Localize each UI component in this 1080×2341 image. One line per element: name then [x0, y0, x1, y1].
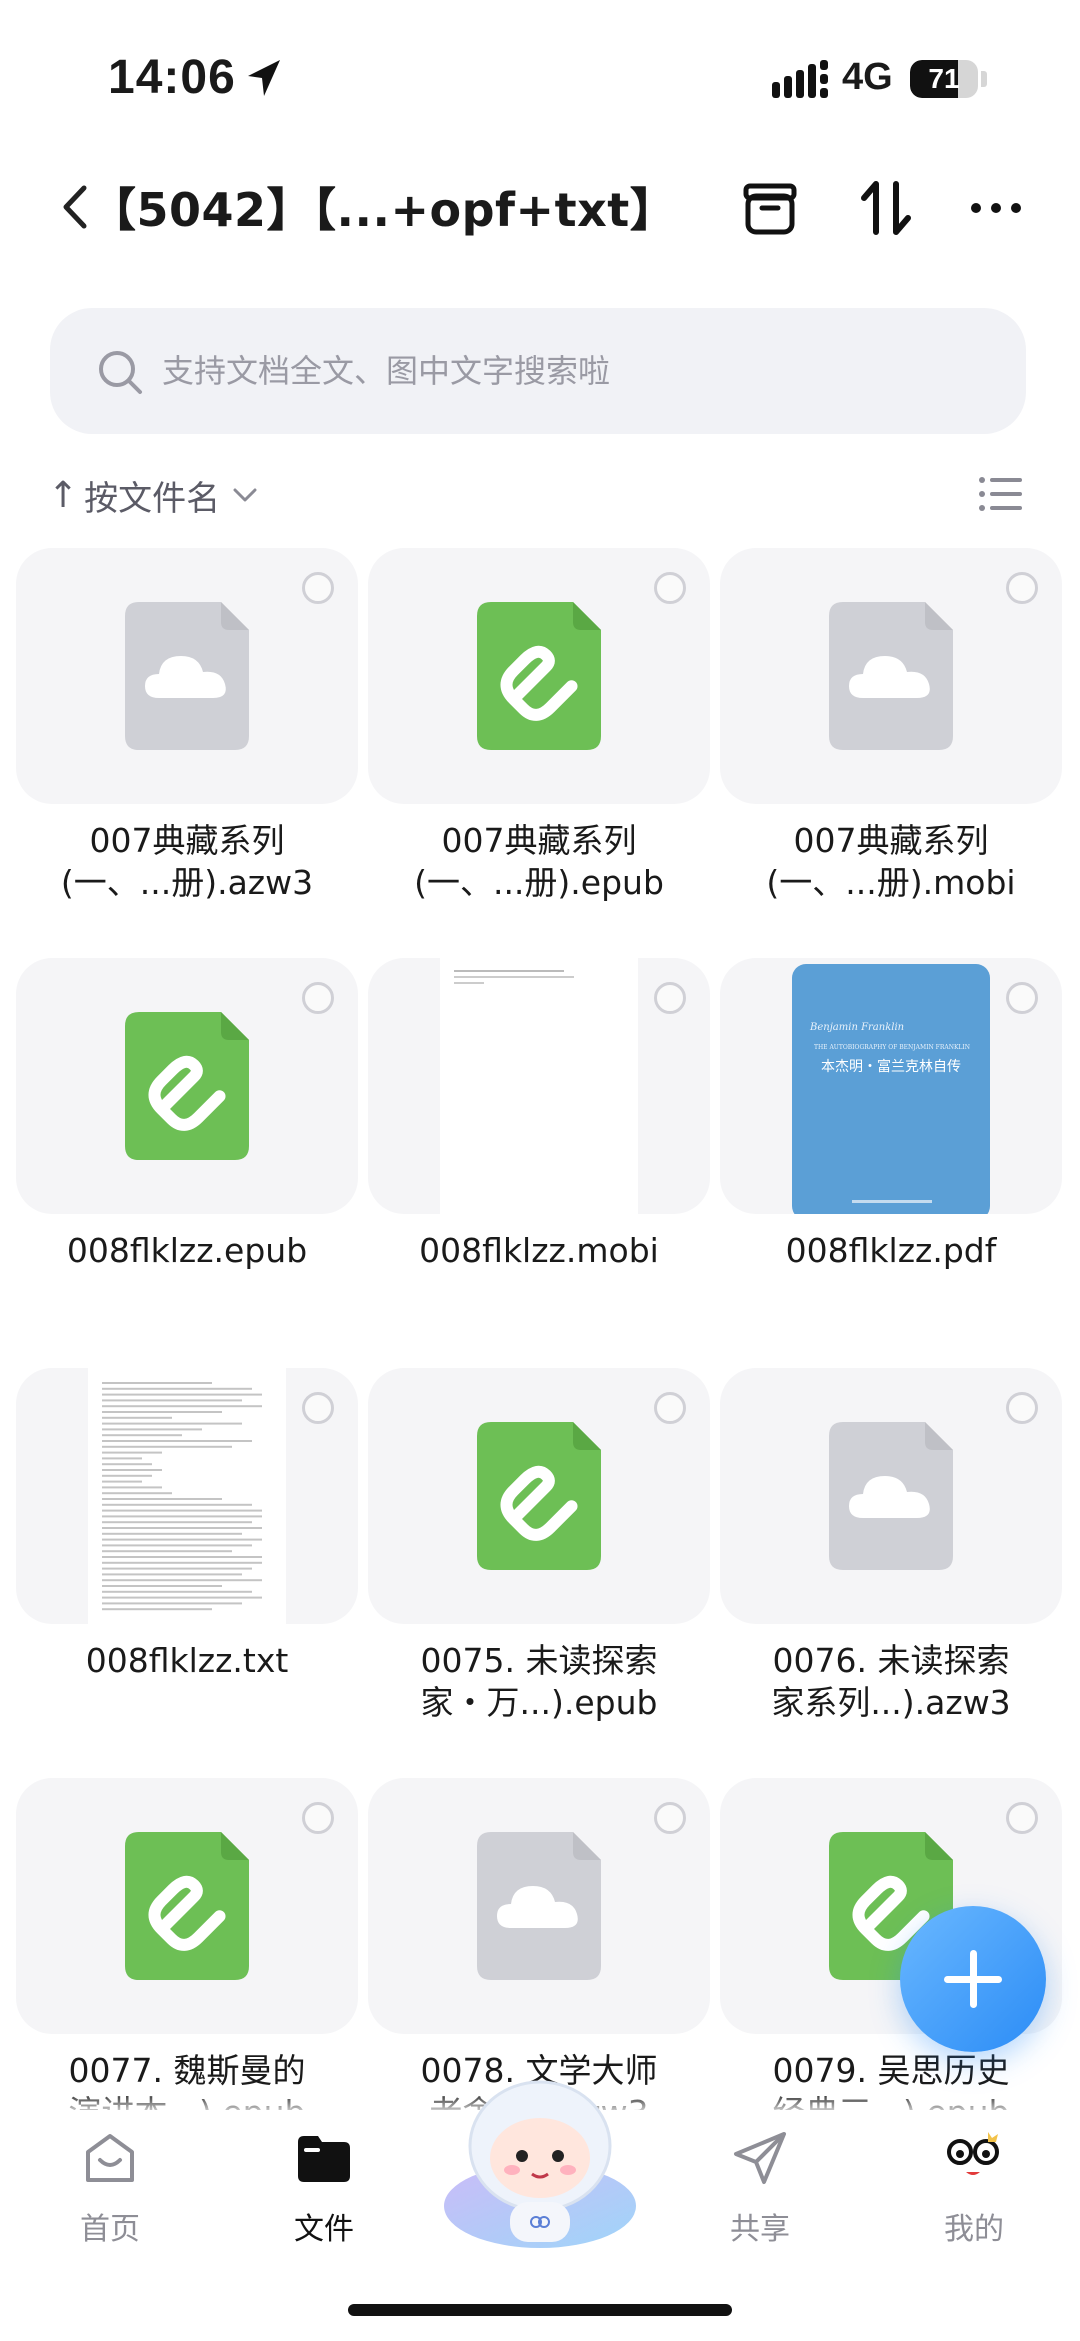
- page-title: 【5042】【...+opf+txt】: [90, 183, 677, 237]
- file-thumbnail[interactable]: Benjamin Franklin THE AUTOBIOGRAPHY OF BE…: [720, 958, 1062, 1214]
- epub-file-icon: [125, 1012, 249, 1160]
- battery-cap: [981, 71, 987, 87]
- cloud-file-icon: [829, 602, 953, 750]
- file-thumbnail[interactable]: [368, 1778, 710, 2034]
- document-preview: [440, 958, 638, 1214]
- select-checkbox[interactable]: [302, 982, 334, 1014]
- file-thumbnail[interactable]: [368, 1368, 710, 1624]
- tab-label-share: 共享: [730, 2212, 790, 2247]
- more-icon[interactable]: [966, 178, 1026, 238]
- network-type: 4G: [842, 56, 893, 98]
- cloud-file-icon: [477, 1832, 601, 1980]
- sort-label: 按文件名: [84, 478, 221, 519]
- file-name: 0076. 未读探索 家系列...).azw3: [771, 1641, 1011, 1722]
- list-view-icon[interactable]: [978, 474, 1022, 514]
- add-button[interactable]: [900, 1906, 1046, 2052]
- tab-label-files: 文件: [294, 2212, 354, 2247]
- tab-share[interactable]: 共享: [680, 2128, 840, 2268]
- file-name: 0079. 吴思历史 经典三...).epub: [772, 2051, 1010, 2110]
- file-thumbnail[interactable]: [720, 548, 1062, 804]
- file-item[interactable]: 008flklzz.mobi: [368, 958, 710, 1358]
- select-checkbox[interactable]: [1006, 1802, 1038, 1834]
- epub-file-icon: [125, 1832, 249, 1980]
- tab-files[interactable]: 文件: [244, 2128, 404, 2268]
- file-thumbnail[interactable]: [16, 1778, 358, 2034]
- plus-icon-vertical: [970, 1950, 977, 2008]
- sort-selector[interactable]: ↑ 按文件名: [48, 470, 258, 520]
- book-cover: Benjamin Franklin THE AUTOBIOGRAPHY OF BE…: [792, 964, 990, 1214]
- cover-publisher-line: [852, 1200, 932, 1203]
- tab-home[interactable]: 首页: [30, 2128, 190, 2268]
- file-item[interactable]: Benjamin Franklin THE AUTOBIOGRAPHY OF BE…: [720, 958, 1062, 1358]
- sort-order-icon[interactable]: [856, 178, 916, 238]
- tab-profile[interactable]: 我的: [894, 2128, 1054, 2268]
- search-input[interactable]: [162, 308, 982, 434]
- text-document-preview: [88, 1368, 286, 1624]
- tab-label-home: 首页: [80, 2212, 140, 2247]
- select-checkbox[interactable]: [302, 572, 334, 604]
- back-chevron-icon[interactable]: [60, 182, 90, 232]
- select-checkbox[interactable]: [654, 1802, 686, 1834]
- select-checkbox[interactable]: [302, 1802, 334, 1834]
- status-bar: 14:06 4G 71: [0, 0, 1080, 150]
- file-thumbnail[interactable]: [16, 548, 358, 804]
- file-name: 0075. 未读探索 家・万...).epub: [420, 1641, 658, 1722]
- select-checkbox[interactable]: [654, 572, 686, 604]
- search-icon: [99, 351, 142, 394]
- select-checkbox[interactable]: [654, 982, 686, 1014]
- select-checkbox[interactable]: [302, 1392, 334, 1424]
- sort-direction: ↑: [48, 474, 79, 516]
- cover-script: Benjamin Franklin: [810, 1022, 905, 1033]
- title-bar: 【5042】【...+opf+txt】: [0, 160, 1080, 260]
- file-thumbnail[interactable]: [368, 548, 710, 804]
- file-name: 008flklzz.epub: [66, 1231, 308, 1270]
- profile-icon: [947, 2132, 999, 2175]
- battery-icon: 71: [910, 60, 978, 98]
- archive-icon[interactable]: [740, 178, 800, 238]
- file-thumbnail[interactable]: [368, 958, 710, 1214]
- file-thumbnail[interactable]: [16, 958, 358, 1214]
- signal-icon: [772, 60, 828, 98]
- file-item[interactable]: 008flklzz.epub: [16, 958, 358, 1358]
- search-bar[interactable]: [50, 308, 1026, 434]
- share-icon: [734, 2132, 786, 2184]
- file-name: 0077. 魏斯曼的 演讲本...).epub: [68, 2051, 306, 2110]
- epub-file-icon: [477, 1422, 601, 1570]
- select-checkbox[interactable]: [1006, 982, 1038, 1014]
- file-item[interactable]: 0076. 未读探索 家系列...).azw3: [720, 1368, 1062, 1768]
- cloud-file-icon: [125, 602, 249, 750]
- mascot-icon[interactable]: [440, 2066, 640, 2256]
- file-item[interactable]: 007典藏系列 (一、...册).mobi: [720, 548, 1062, 948]
- file-thumbnail[interactable]: [720, 1368, 1062, 1624]
- folder-icon: [298, 2136, 350, 2182]
- status-time: 14:06: [108, 51, 236, 104]
- tab-label-profile: 我的: [944, 2212, 1004, 2247]
- file-item[interactable]: 007典藏系列 (一、...册).azw3: [16, 548, 358, 948]
- battery-level: 71: [928, 63, 960, 94]
- select-checkbox[interactable]: [1006, 572, 1038, 604]
- file-name: 007典藏系列 (一、...册).epub: [414, 821, 664, 902]
- epub-file-icon: [477, 602, 601, 750]
- file-name: 008flklzz.pdf: [785, 1231, 997, 1270]
- cloud-file-icon: [829, 1422, 953, 1570]
- file-name: 007典藏系列 (一、...册).mobi: [766, 821, 1016, 902]
- file-name: 007典藏系列 (一、...册).azw3: [60, 821, 314, 902]
- file-item[interactable]: 008flklzz.txt: [16, 1368, 358, 1768]
- file-name: 008flklzz.txt: [85, 1641, 289, 1680]
- home-indicator: [348, 2304, 732, 2316]
- file-item[interactable]: 007典藏系列 (一、...册).epub: [368, 548, 710, 948]
- select-checkbox[interactable]: [1006, 1392, 1038, 1424]
- cover-subtitle: THE AUTOBIOGRAPHY OF BENJAMIN FRANKLIN: [813, 1044, 971, 1051]
- file-name: 008flklzz.mobi: [419, 1231, 659, 1270]
- home-icon: [86, 2134, 134, 2182]
- location-arrow-icon: [248, 60, 280, 96]
- file-thumbnail[interactable]: [16, 1368, 358, 1624]
- file-item[interactable]: 0075. 未读探索 家・万...).epub: [368, 1368, 710, 1768]
- cover-title: 本杰明・富兰克林自传: [821, 1059, 961, 1075]
- select-checkbox[interactable]: [654, 1392, 686, 1424]
- chevron-down-icon: [233, 488, 257, 502]
